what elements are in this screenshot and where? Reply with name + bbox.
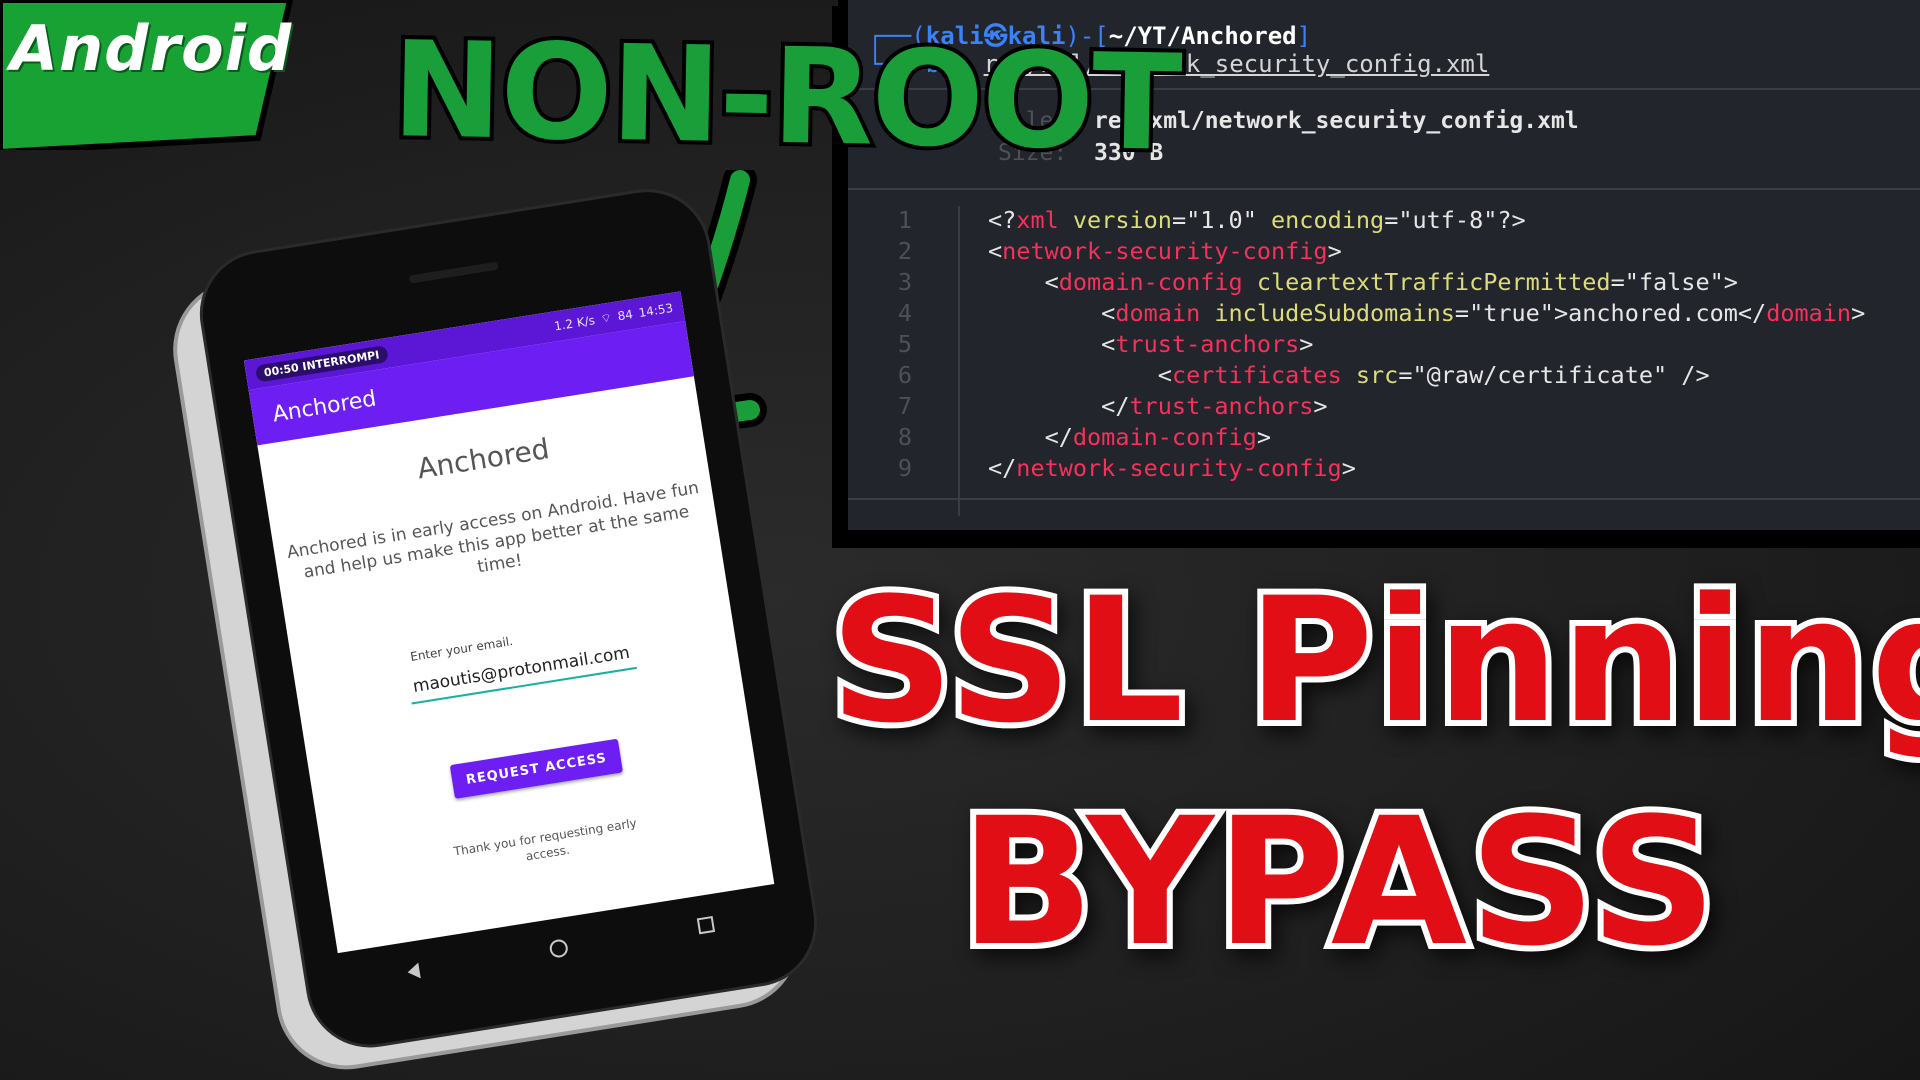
non-root-title: NON-ROOT [387, 9, 1186, 185]
android-label: Android [10, 12, 293, 85]
code-line: 1 <?xml version="1.0" encoding="utf-8"?> [848, 206, 1526, 237]
wifi-icon: ⌔ [599, 309, 613, 326]
line-number: 6 [897, 361, 912, 389]
code-text: <network-security-config> [988, 237, 1342, 265]
code-text: <domain includeSubdomains="true">anchore… [988, 299, 1866, 327]
code-text: </trust-anchors> [988, 392, 1328, 420]
line-number: 8 [897, 423, 912, 451]
android-badge: Android [0, 0, 300, 156]
code-line: 5 <trust-anchors> [848, 330, 1314, 361]
prompt-bracket-end: ] [1296, 22, 1312, 50]
line-number: 3 [897, 268, 912, 296]
status-clock: 14:53 [637, 300, 675, 321]
line-number: 9 [897, 454, 912, 482]
status-speed: 1.2 K/s [553, 313, 596, 334]
app-bar-title: Anchored [270, 385, 378, 427]
gutter-separator [958, 206, 960, 516]
code-line: 9 </network-security-config> [848, 454, 1356, 485]
code-line: 8 </domain-config> [848, 423, 1271, 454]
line-number: 4 [897, 299, 912, 327]
code-line: 2 <network-security-config> [848, 237, 1342, 268]
speaker [408, 261, 499, 284]
line-number: 7 [897, 392, 912, 420]
thanks-message: Thank you for requesting early access. [452, 815, 638, 864]
code-block: 1 <?xml version="1.0" encoding="utf-8"?> 2… [848, 206, 1865, 516]
code-line: 7 </trust-anchors> [848, 392, 1328, 423]
code-line: 6 <certificates src="@raw/certificate" /… [848, 361, 1710, 392]
bypass-title: BYPASS [954, 774, 1723, 991]
ssl-pinning-title: SSL Pinning [824, 554, 1920, 767]
back-icon[interactable] [406, 962, 421, 981]
phone-screen: 00:50 INTERROMPI 1.2 K/s ⌔ 84 14:53 Anch… [243, 291, 775, 954]
code-text: <trust-anchors> [988, 330, 1314, 358]
line-number: 5 [897, 330, 912, 358]
home-icon[interactable] [548, 938, 570, 959]
divider [848, 498, 1920, 500]
code-text: </domain-config> [988, 423, 1271, 451]
recents-icon[interactable] [696, 916, 716, 935]
code-text: <domain-config cleartextTrafficPermitted… [988, 268, 1738, 296]
code-text: </network-security-config> [988, 454, 1356, 482]
code-line: 3 <domain-config cleartextTrafficPermitt… [848, 268, 1738, 299]
divider [848, 188, 1920, 190]
line-number: 1 [897, 206, 912, 234]
code-line: 4 <domain includeSubdomains="true">ancho… [848, 299, 1865, 330]
request-access-button[interactable]: REQUEST ACCESS [449, 738, 623, 799]
battery-icon: 84 [616, 307, 634, 324]
code-text: <?xml version="1.0" encoding="utf-8"?> [988, 206, 1526, 234]
line-number: 2 [897, 237, 912, 265]
code-text: <certificates src="@raw/certificate" /> [988, 361, 1710, 389]
